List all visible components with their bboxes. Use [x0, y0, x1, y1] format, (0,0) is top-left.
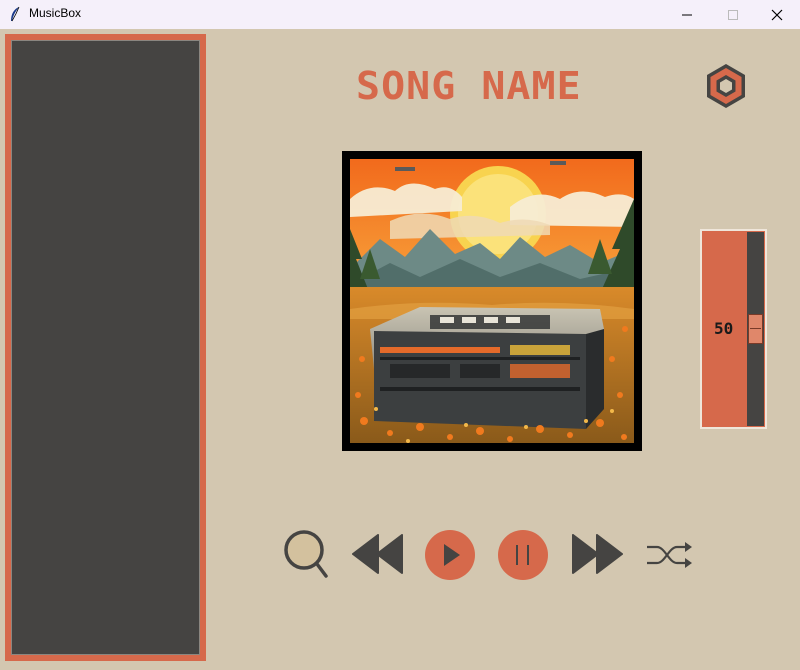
playlist-panel	[5, 34, 206, 661]
title-bar: MusicBox	[0, 0, 800, 29]
settings-hex-icon[interactable]	[703, 63, 749, 109]
previous-icon[interactable]	[352, 534, 404, 574]
pause-icon[interactable]	[497, 530, 549, 580]
album-cover-image	[350, 159, 634, 443]
next-icon[interactable]	[571, 534, 623, 574]
volume-value: 50	[714, 319, 734, 338]
close-icon	[771, 9, 783, 20]
feather-icon	[11, 6, 20, 22]
volume-control: 50	[700, 229, 767, 429]
minimize-icon	[682, 14, 692, 15]
maximize-icon	[728, 9, 738, 20]
maximize-button[interactable]	[710, 0, 756, 29]
close-button[interactable]	[754, 0, 800, 29]
search-icon[interactable]	[282, 528, 330, 580]
volume-slider[interactable]	[747, 232, 764, 426]
album-art-frame	[342, 151, 642, 451]
volume-slider-handle[interactable]	[748, 314, 763, 344]
minimize-button[interactable]	[664, 0, 710, 29]
song-title: SONG NAME	[356, 64, 582, 108]
window-title: MusicBox	[29, 6, 82, 20]
shuffle-icon[interactable]	[645, 541, 693, 569]
playlist-list[interactable]	[11, 40, 200, 655]
play-icon[interactable]	[425, 530, 475, 580]
